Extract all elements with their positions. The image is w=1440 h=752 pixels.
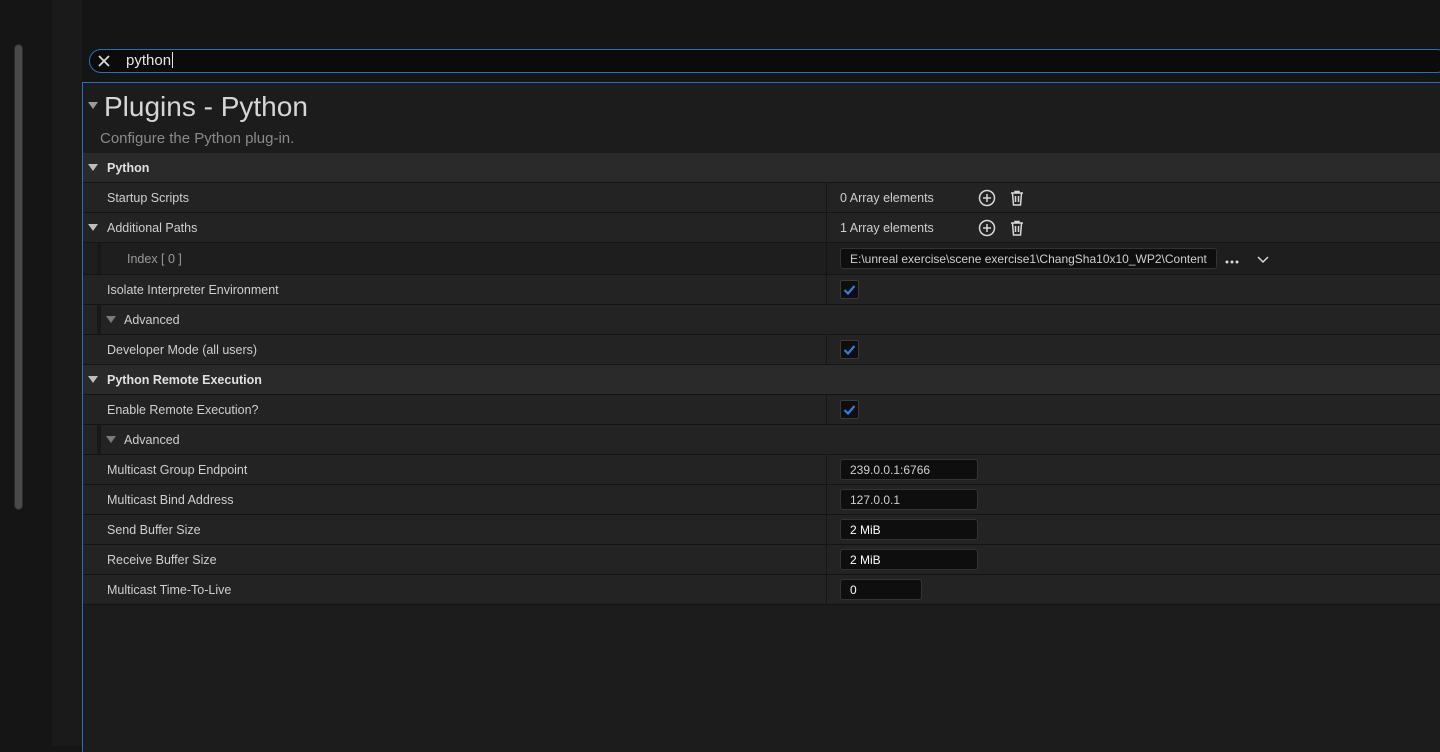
- property-row-developer-mode: Developer Mode (all users): [83, 335, 1440, 365]
- property-label: Additional Paths: [107, 221, 198, 235]
- settings-panel: Plugins - Python Configure the Python pl…: [82, 82, 1440, 752]
- column-divider[interactable]: [826, 213, 827, 242]
- property-label: Enable Remote Execution?: [107, 403, 259, 417]
- property-label: Send Buffer Size: [107, 523, 201, 537]
- text-caret: [172, 52, 174, 68]
- property-row-bind-address: Multicast Bind Address 127.0.0.1: [83, 485, 1440, 515]
- receive-buffer-input[interactable]: 2 MiB: [840, 549, 978, 570]
- property-label: Developer Mode (all users): [107, 343, 258, 357]
- collapse-arrow-icon[interactable]: [106, 316, 116, 323]
- column-divider[interactable]: [826, 545, 827, 574]
- page-title: Plugins - Python: [104, 91, 308, 122]
- category-python[interactable]: Python: [83, 153, 1440, 183]
- collapse-arrow-icon[interactable]: [88, 102, 98, 109]
- property-row-receive-buffer: Receive Buffer Size 2 MiB: [83, 545, 1440, 575]
- property-row-isolate: Isolate Interpreter Environment: [83, 275, 1440, 305]
- trash-icon[interactable]: [1008, 189, 1026, 207]
- column-divider[interactable]: [826, 243, 827, 274]
- indent-bar: [97, 425, 101, 454]
- collapse-arrow-icon[interactable]: [88, 224, 98, 231]
- property-label: Startup Scripts: [107, 191, 189, 205]
- ttl-input[interactable]: 0: [840, 579, 922, 600]
- property-label: Receive Buffer Size: [107, 553, 217, 567]
- check-icon: [843, 405, 856, 416]
- property-row-index-0: Index [ 0 ] E:\unreal exercise\scene exe…: [83, 243, 1440, 275]
- send-buffer-input[interactable]: 2 MiB: [840, 519, 978, 540]
- scrollbar-thumb[interactable]: [15, 45, 22, 509]
- chevron-down-icon[interactable]: [1254, 250, 1272, 268]
- property-row-send-buffer: Send Buffer Size 2 MiB: [83, 515, 1440, 545]
- advanced-label: Advanced: [124, 433, 180, 447]
- column-divider[interactable]: [826, 335, 827, 364]
- left-gutter: [0, 0, 52, 746]
- category-python-remote-execution[interactable]: Python Remote Execution: [83, 365, 1440, 395]
- page-description: Configure the Python plug-in.: [100, 130, 295, 147]
- column-divider[interactable]: [826, 455, 827, 484]
- array-count: 1 Array elements: [840, 221, 934, 235]
- add-icon[interactable]: [978, 219, 996, 237]
- column-divider[interactable]: [826, 485, 827, 514]
- column-divider[interactable]: [826, 515, 827, 544]
- developer-mode-checkbox[interactable]: [840, 340, 859, 359]
- group-endpoint-input[interactable]: 239.0.0.1:6766: [840, 459, 978, 480]
- collapse-arrow-icon[interactable]: [88, 376, 98, 383]
- isolate-checkbox[interactable]: [840, 280, 859, 299]
- check-icon: [843, 285, 856, 296]
- property-row-ttl: Multicast Time-To-Live 0: [83, 575, 1440, 605]
- ellipsis-icon[interactable]: [1223, 251, 1241, 269]
- trash-icon[interactable]: [1008, 219, 1026, 237]
- enable-remote-checkbox[interactable]: [840, 400, 859, 419]
- property-label: Isolate Interpreter Environment: [107, 283, 279, 297]
- property-row-additional-paths: Additional Paths 1 Array elements: [83, 213, 1440, 243]
- advanced-group-remote[interactable]: Advanced: [83, 425, 1440, 455]
- advanced-label: Advanced: [124, 313, 180, 327]
- property-label: Multicast Time-To-Live: [107, 583, 232, 597]
- property-row-group-endpoint: Multicast Group Endpoint 239.0.0.1:6766: [83, 455, 1440, 485]
- search-input[interactable]: python: [126, 52, 174, 69]
- advanced-group-python[interactable]: Advanced: [83, 305, 1440, 335]
- property-label: Index [ 0 ]: [127, 252, 182, 266]
- category-label: Python: [107, 161, 150, 175]
- property-row-enable-remote: Enable Remote Execution?: [83, 395, 1440, 425]
- search-box[interactable]: python: [89, 49, 1440, 73]
- column-divider[interactable]: [826, 575, 827, 604]
- check-icon: [843, 345, 856, 356]
- array-count: 0 Array elements: [840, 191, 934, 205]
- property-label: Multicast Bind Address: [107, 493, 234, 507]
- indent-bar: [97, 243, 101, 274]
- side-strip: [52, 0, 82, 746]
- collapse-arrow-icon[interactable]: [106, 436, 116, 443]
- collapse-arrow-icon[interactable]: [88, 164, 98, 171]
- path-input[interactable]: E:\unreal exercise\scene exercise1\Chang…: [840, 248, 1217, 269]
- indent-bar: [97, 305, 101, 334]
- column-divider[interactable]: [826, 183, 827, 212]
- category-label: Python Remote Execution: [107, 373, 262, 387]
- close-icon[interactable]: [96, 53, 112, 69]
- property-row-startup-scripts: Startup Scripts 0 Array elements: [83, 183, 1440, 213]
- bind-address-input[interactable]: 127.0.0.1: [840, 489, 978, 510]
- column-divider[interactable]: [826, 275, 827, 304]
- property-label: Multicast Group Endpoint: [107, 463, 248, 477]
- column-divider[interactable]: [826, 395, 827, 424]
- add-icon[interactable]: [978, 189, 996, 207]
